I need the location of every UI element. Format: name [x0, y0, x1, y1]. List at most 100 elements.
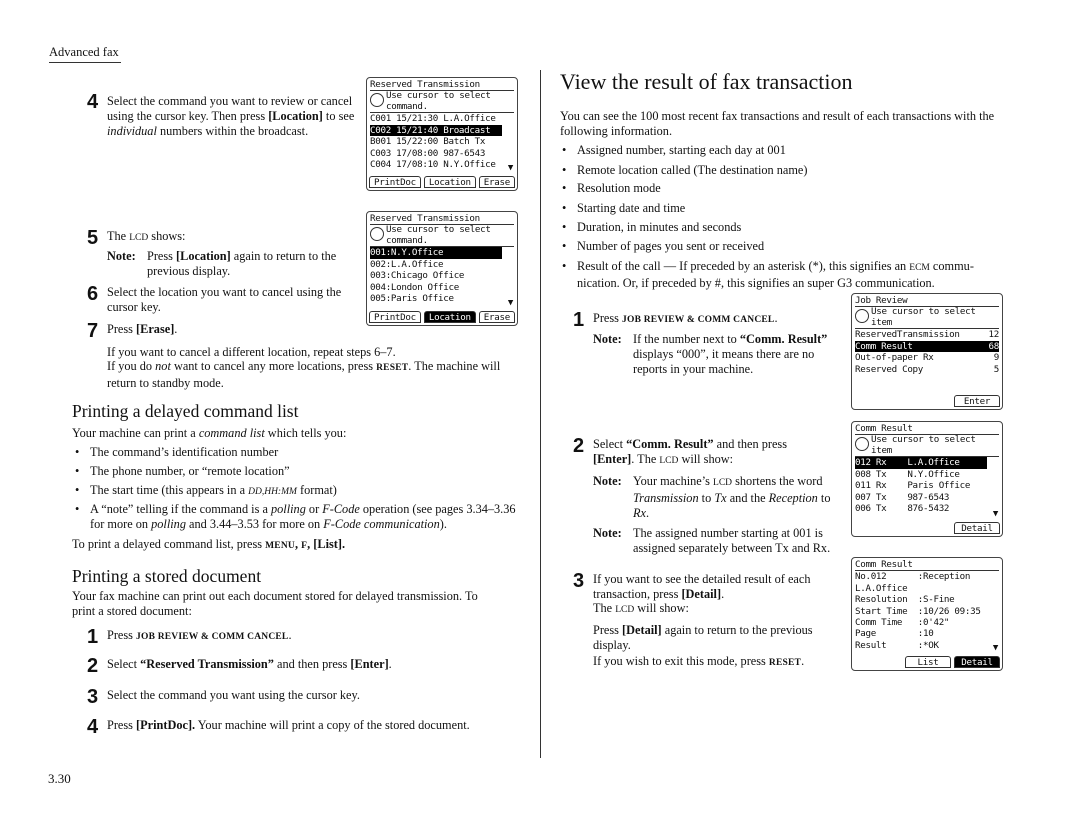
soft-key-detail: Detail — [954, 656, 1000, 668]
lcd-title: Comm Result — [855, 559, 999, 572]
text-segment: LCD — [129, 233, 149, 243]
text-segment: The phone number, or “remote location” — [90, 464, 290, 478]
lcd-row: C004 17/08:10 N.Y.Office — [370, 159, 514, 170]
page-title: View the result of fax transaction — [560, 69, 853, 94]
note-label: Note: — [593, 526, 622, 540]
lcd-row-label: Page :10 — [855, 628, 934, 640]
lcd-row: Comm Time :0'42" — [855, 617, 999, 628]
text-segment: You can see the 100 most recent fax tran… — [560, 109, 995, 138]
lcd-help: Use cursor to select item — [855, 307, 999, 330]
scroll-down-arrow-icon: ▼ — [507, 162, 513, 173]
bullet-item: Starting date and time — [562, 201, 685, 216]
lcd-row-label: 004:London Office — [370, 281, 459, 293]
lcd-row-label: C001 15/21:30 L.A.Office — [370, 113, 496, 125]
step-5-text: The LCD shows: — [107, 229, 185, 246]
lcd-row-label: Comm Result — [855, 340, 913, 352]
step-text: If you want to see the detailed result o… — [593, 572, 838, 602]
lcd-row-value: 12 — [988, 329, 1000, 341]
text-segment: and then press — [273, 657, 351, 671]
lcd-comm-result-detail: Comm Result No.012 :Reception L.A.Office Re… — [851, 557, 1003, 671]
lcd-reserved-transmission: Reserved Transmission Use cursor to selec… — [366, 77, 518, 191]
lcd-row: 002:L.A.Office — [370, 259, 514, 270]
lcd-soft-keys: PrintDoc Location Erase — [369, 176, 515, 188]
lcd-help-line: command. — [386, 234, 428, 246]
text-segment: numbers within the broad­cast. — [156, 124, 309, 138]
text-segment: Press — [107, 322, 137, 336]
lcd-row: L.A.Office — [855, 583, 999, 594]
text-segment: Transmission — [633, 491, 699, 505]
paragraph: If you want to cancel a different locati… — [107, 345, 507, 360]
note-text: Your machine’s LCD shortens the word Tra… — [633, 474, 830, 520]
text-segment: If you wish to exit this mode, press — [593, 654, 769, 668]
soft-key-erase: Erase — [478, 311, 515, 323]
text-segment: The command’s identification number — [90, 445, 279, 459]
text-segment: Number of pages you sent or received — [577, 239, 765, 253]
paragraph: The LCD will show: — [593, 601, 689, 618]
bullet-item: A “note” telling if the command is a pol… — [75, 502, 530, 532]
scroll-down-arrow-icon: ▼ — [992, 508, 998, 519]
lcd-row-label: C004 17/08:10 N.Y.Office — [370, 159, 496, 171]
bullet-item: Assigned number, starting each day at 00… — [562, 143, 786, 158]
note: Note: Press [Location] again to return t… — [107, 249, 360, 279]
step-number: 1 — [87, 626, 99, 648]
text-segment: Tx — [714, 491, 727, 505]
lcd-row: 005:Paris Office — [370, 293, 514, 304]
text-segment: [Enter] — [350, 657, 389, 671]
text-segment: “Reserved Transmission” — [140, 657, 274, 671]
step-text: Select the command you want using the cu… — [107, 688, 360, 703]
text-segment: Press — [593, 311, 623, 325]
text-segment: shortens the word — [732, 474, 823, 488]
note-label: Note: — [107, 249, 136, 263]
lcd-row-label: 011 Rx Paris Office — [855, 480, 971, 492]
lcd-job-review: Job Review Use cursor to select item Reserv… — [851, 293, 1003, 410]
lcd-row-label: 002:L.A.Office — [370, 258, 444, 270]
text-segment: Press — [107, 718, 137, 732]
bullet-item: Number of pages you sent or received — [562, 239, 765, 254]
lcd-row-label: 012 Rx L.A.Office — [855, 457, 960, 469]
lcd-row: 004:London Office — [370, 282, 514, 293]
step-number: 2 — [573, 435, 585, 457]
text-segment: The assigned number starting at 001 is a… — [633, 526, 831, 555]
text-segment: . — [388, 657, 392, 671]
text-segment: Duration, in minutes and seconds — [577, 220, 742, 234]
text-segment: , [List]. — [307, 537, 346, 551]
lcd-row: No.012 :Reception — [855, 571, 999, 582]
lcd-row-label: Start Time :10/26 09:35 — [855, 605, 981, 617]
scroll-down-arrow-icon: ▼ — [507, 297, 513, 308]
lcd-row-label: Result :*OK — [855, 639, 939, 651]
paragraph: Press [Detail] again to return to the pr… — [593, 623, 848, 653]
text-segment: . — [801, 654, 805, 668]
text-segment: JOB REVIEW & COMM CANCEL — [136, 632, 289, 642]
step-7-text: Press [Erase]. — [107, 322, 177, 337]
lcd-help-line: item — [871, 316, 892, 328]
text-segment: RESET — [768, 658, 802, 668]
paragraph: You can see the 100 most recent fax tran… — [560, 109, 1000, 139]
lcd-row: 011 Rx Paris Office — [855, 480, 999, 491]
section-heading: Printing a stored document — [72, 566, 262, 586]
text-segment: “Comm. Result” — [626, 437, 714, 451]
lcd-row-selected: Comm Result 68 — [855, 340, 999, 353]
soft-key-erase: Erase — [478, 176, 515, 188]
lcd-row: Resolution :S-Fine — [855, 594, 999, 605]
text-segment: not — [155, 359, 171, 373]
text-segment: Press — [593, 623, 623, 637]
lcd-row-label: 003:Chicago Office — [370, 270, 465, 282]
lcd-comm-result-list: Comm Result Use cursor to select item 012 R… — [851, 421, 1003, 537]
bullet-item: Duration, in minutes and seconds — [562, 220, 742, 235]
bullet-item: Resolution mode — [562, 181, 661, 196]
text-segment: F-Code — [322, 502, 360, 516]
text-segment: MENU — [265, 541, 295, 551]
text-segment: Your machine’s — [633, 474, 714, 488]
step-number: 7 — [87, 320, 99, 342]
text-segment: which tells you: — [264, 426, 347, 440]
text-segment: LCD — [659, 456, 679, 466]
cursor-key-icon — [855, 309, 869, 324]
lcd-reserved-transmission-locations: Reserved Transmission Use cursor to selec… — [366, 211, 518, 326]
lcd-row: 008 Tx N.Y.Office — [855, 469, 999, 480]
lcd-row: 006 Tx 876-5432 — [855, 503, 999, 514]
note-text: The assigned number starting at 001 is a… — [633, 526, 830, 555]
text-segment: polling — [271, 502, 306, 516]
text-segment: Select — [107, 657, 141, 671]
lcd-soft-keys: Enter — [854, 395, 1000, 407]
text-segment: Reception — [768, 491, 818, 505]
